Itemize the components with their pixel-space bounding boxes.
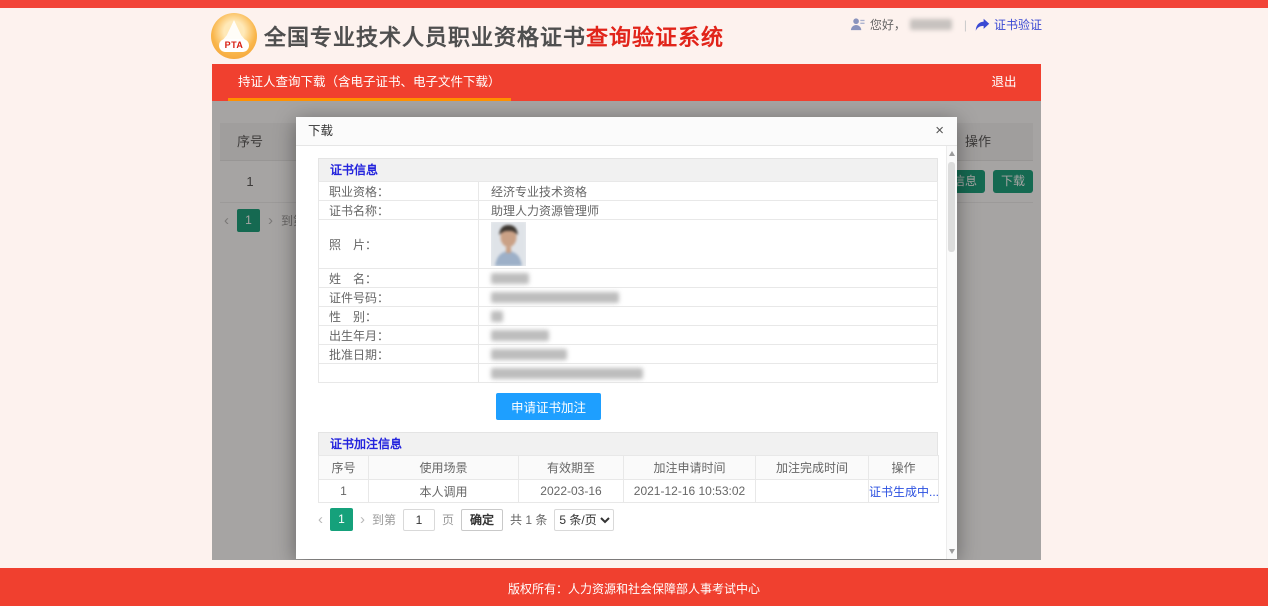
cell-action: 证书生成中... [869,480,939,503]
redacted-value [491,273,529,284]
scroll-up-icon[interactable] [949,151,955,156]
scrollbar-thumb[interactable] [948,162,955,252]
modal-title: 下载 [308,117,333,146]
per-page-select[interactable]: 5 条/页 [554,509,614,531]
page-number-input[interactable] [403,509,435,531]
field-value [479,269,938,288]
field-row-id-number: 证件号码： [319,288,938,307]
confirm-page-button[interactable]: 确定 [461,509,503,531]
next-page-icon[interactable]: › [360,509,365,531]
modal-body: 证书信息 职业资格： 经济专业技术资格 证书名称： 助理人力资源管理师 照 片： [296,146,946,559]
field-value [479,345,938,364]
field-label: 性 别： [319,307,479,326]
field-row-qualification: 职业资格： 经济专业技术资格 [319,182,938,201]
redacted-value [491,349,567,360]
goto-label: 到第 [372,511,396,528]
user-icon [850,17,865,32]
id-photo [491,222,526,266]
tab-holder-query-download[interactable]: 持证人查询下载（含电子证书、电子文件下载） [228,64,511,101]
field-value: 助理人力资源管理师 [479,201,938,220]
site-header: PTA 全国专业技术人员职业资格证书查询验证系统 您好， | 证书验证 [0,8,1268,64]
cell-apply-time: 2021-12-16 10:53:02 [624,480,756,503]
field-value [479,326,938,345]
annotation-row: 1 本人调用 2022-03-16 2021-12-16 10:53:02 证书… [319,480,939,503]
site-title-accent: 查询验证系统 [586,20,724,52]
cert-info-table: 职业资格： 经济专业技术资格 证书名称： 助理人力资源管理师 照 片： [318,181,938,383]
field-label: 证件号码： [319,288,479,307]
field-value: 经济专业技术资格 [479,182,938,201]
field-row-extra [319,364,938,383]
field-value [479,364,938,383]
tab-label: 持证人查询下载（含电子证书、电子文件下载） [238,75,501,89]
annotation-pagination: ‹ 1 › 到第 页 确定 共 1 条 5 条/页 [318,508,929,531]
field-label [319,364,479,383]
top-accent-bar [0,0,1268,8]
field-label: 职业资格： [319,182,479,201]
page-footer: 版权所有：人力资源和社会保障部人事考试中心 [0,568,1268,606]
certificate-verify-link[interactable]: 证书验证 [994,16,1042,33]
modal-scrollbar[interactable] [946,146,957,559]
site-logo-group: PTA 全国专业技术人员职业资格证书查询验证系统 [211,13,724,59]
apply-annotation-button[interactable]: 申请证书加注 [496,393,601,420]
field-value [479,288,938,307]
field-row-birth: 出生年月： [319,326,938,345]
cell-index: 1 [319,480,369,503]
field-label: 出生年月： [319,326,479,345]
field-label: 证书名称： [319,201,479,220]
download-modal: 下载 × 证书信息 职业资格： 经济专业技术资格 证书名称： 助理人力资源管理师… [296,117,957,559]
col-scene: 使用场景 [369,456,519,480]
scroll-down-icon[interactable] [949,549,955,554]
cell-finish-time [756,480,869,503]
col-action: 操作 [869,456,939,480]
share-arrow-icon [975,18,990,32]
field-value [479,307,938,326]
cert-info-section-title: 证书信息 [318,158,938,181]
cell-scene: 本人调用 [369,480,519,503]
redacted-value [491,330,549,341]
col-apply-time: 加注申请时间 [624,456,756,480]
redacted-value [491,311,503,322]
site-title: 全国专业技术人员职业资格证书 [264,20,586,52]
field-row-cert-name: 证书名称： 助理人力资源管理师 [319,201,938,220]
main-container: 持证人查询下载（含电子证书、电子文件下载） 退出 序号 操作 1 证书信息 下载… [212,64,1041,560]
field-label: 姓 名： [319,269,479,288]
greeting-text: 您好， [870,16,906,33]
cert-generating-link[interactable]: 证书生成中... [869,485,939,499]
redacted-value [491,292,619,303]
prev-page-icon[interactable]: ‹ [318,509,323,531]
copyright-text: 版权所有：人力资源和社会保障部人事考试中心 [508,582,760,596]
annotation-table: 序号 使用场景 有效期至 加注申请时间 加注完成时间 操作 1 本人调用 202… [318,455,939,503]
field-row-gender: 性 别： [319,307,938,326]
close-icon[interactable]: × [935,122,944,140]
logout-button[interactable]: 退出 [967,64,1041,101]
redacted-value [491,368,643,379]
total-count-label: 共 1 条 [510,511,547,528]
user-name-redacted [910,19,952,30]
nav-bar: 持证人查询下载（含电子证书、电子文件下载） 退出 [212,64,1041,101]
field-value [479,220,938,269]
annot-section-title: 证书加注信息 [318,432,938,455]
col-finish-time: 加注完成时间 [756,456,869,480]
field-row-photo: 照 片： [319,220,938,269]
col-valid-until: 有效期至 [519,456,624,480]
pta-logo: PTA [211,13,257,59]
field-row-approval-date: 批准日期： [319,345,938,364]
field-label: 照 片： [319,220,479,269]
content-panel: 序号 操作 1 证书信息 下载 ‹ 1 › 到第 下载 [212,101,1041,560]
current-page-button[interactable]: 1 [330,508,353,531]
col-index: 序号 [319,456,369,480]
annotation-header-row: 序号 使用场景 有效期至 加注申请时间 加注完成时间 操作 [319,456,939,480]
separator: | [964,18,967,32]
user-info: 您好， | 证书验证 [850,16,1042,33]
field-label: 批准日期： [319,345,479,364]
page-unit-label: 页 [442,511,454,528]
field-row-name: 姓 名： [319,269,938,288]
logo-pta-text: PTA [219,39,249,52]
modal-header: 下载 × [296,117,957,146]
cell-valid-until: 2022-03-16 [519,480,624,503]
